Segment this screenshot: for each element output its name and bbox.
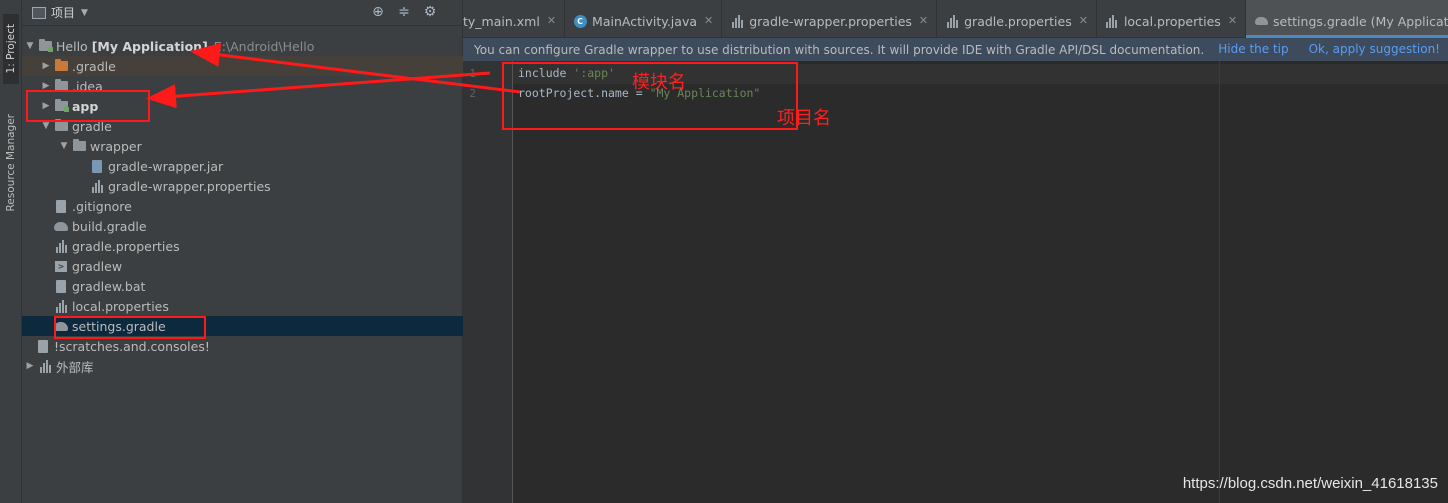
annotation-arrows [146, 43, 521, 109]
watermark: https://blog.csdn.net/weixin_41618135 [1182, 475, 1438, 492]
arrow-to-app [146, 71, 491, 109]
arrow-to-project [190, 43, 521, 94]
